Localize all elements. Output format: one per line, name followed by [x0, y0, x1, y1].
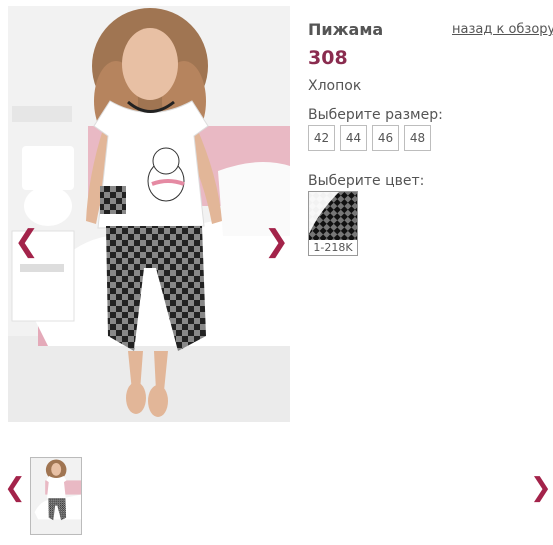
thumb-prev-button[interactable]: ❮: [4, 468, 26, 508]
size-option-44[interactable]: 44: [340, 125, 367, 151]
size-option-48[interactable]: 48: [404, 125, 431, 151]
product-main-image: ❮ ❯: [8, 6, 290, 422]
image-next-button[interactable]: ❯: [264, 222, 289, 262]
color-swatch[interactable]: 1-218K: [308, 191, 358, 256]
back-to-overview-link[interactable]: назад к обзору: [452, 22, 553, 37]
size-label: Выберите размер:: [308, 107, 443, 123]
size-option-46[interactable]: 46: [372, 125, 399, 151]
product-title: Пижама: [308, 20, 384, 39]
image-prev-button[interactable]: ❮: [14, 222, 39, 262]
thumb-next-button[interactable]: ❯: [530, 468, 552, 508]
thumbnail-image[interactable]: [30, 457, 82, 535]
product-price: 308: [308, 47, 348, 69]
color-label: Выберите цвет:: [308, 173, 425, 189]
color-swatch-image: [309, 192, 357, 240]
size-option-42[interactable]: 42: [308, 125, 335, 151]
product-material: Хлопок: [308, 78, 362, 94]
size-selector: 42 44 46 48: [308, 125, 431, 151]
color-code: 1-218K: [313, 241, 353, 254]
